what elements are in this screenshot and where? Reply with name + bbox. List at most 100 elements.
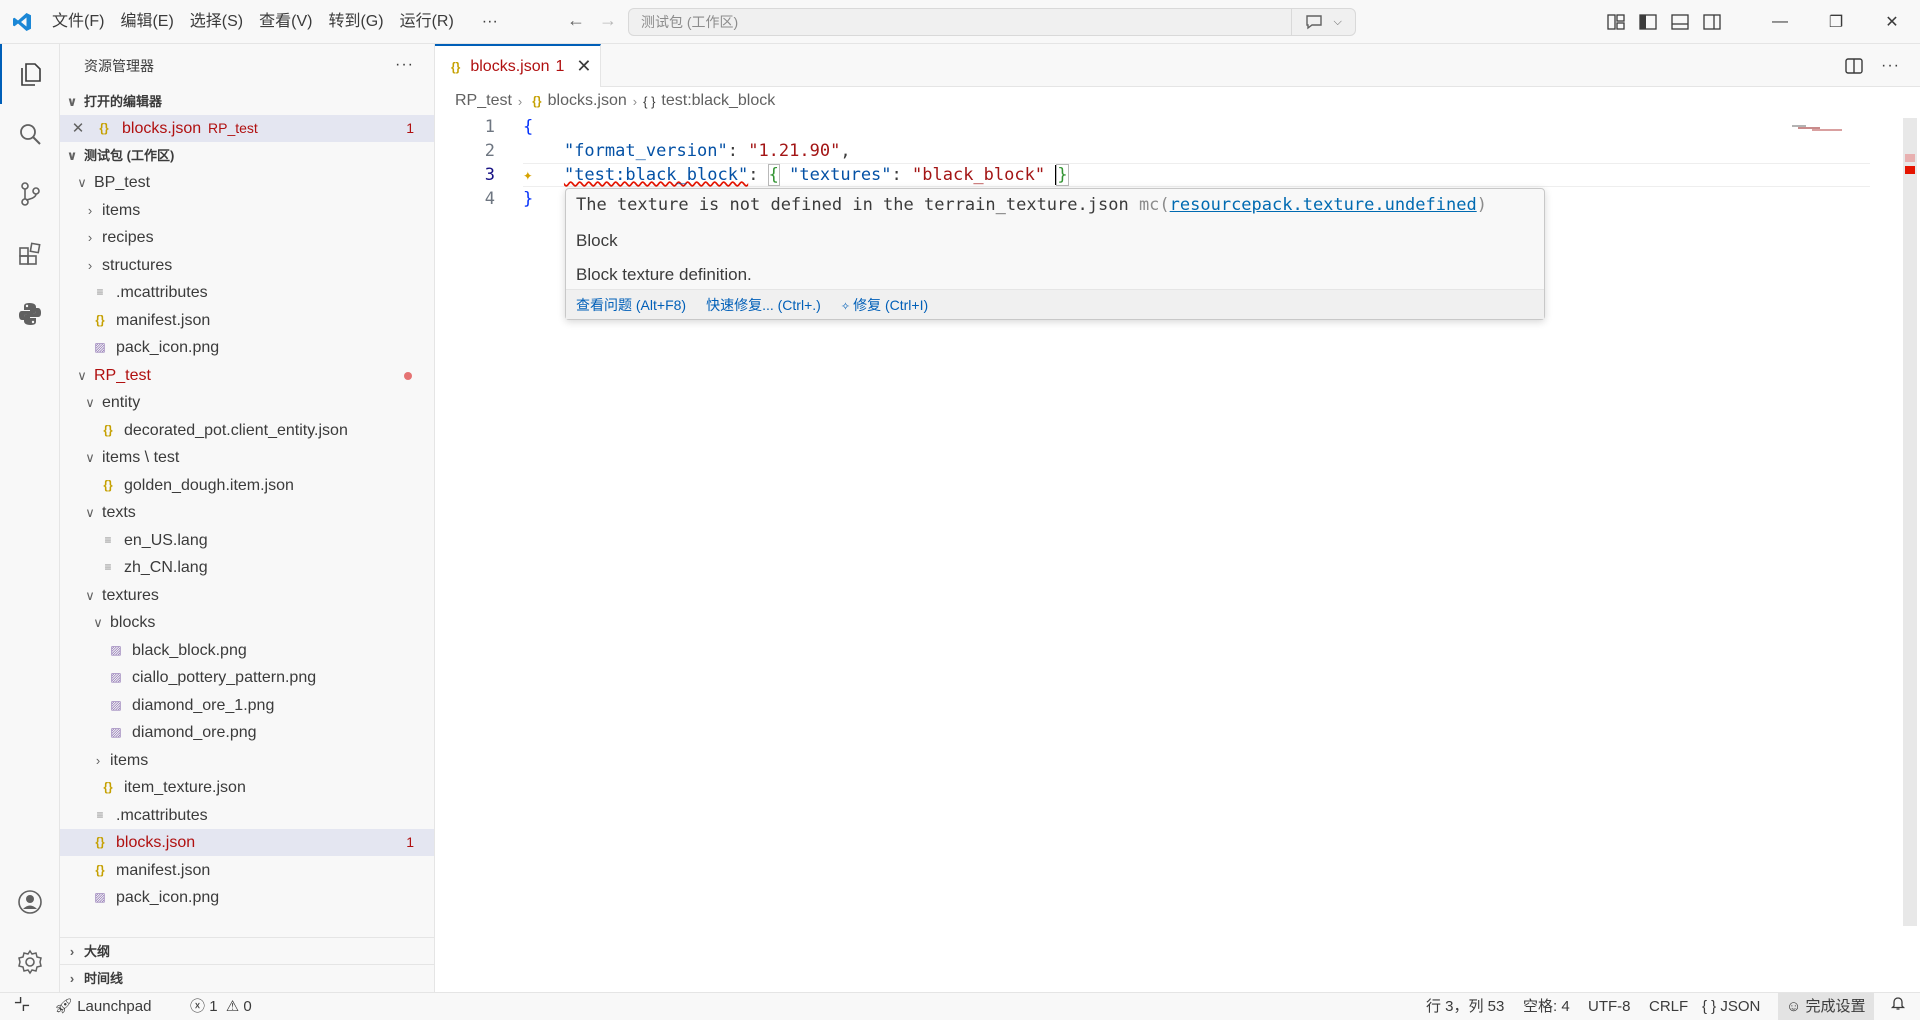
json-file-icon: {} <box>99 121 109 135</box>
close-window-icon[interactable]: ✕ <box>1864 0 1920 44</box>
tree-file[interactable]: {} manifest.json <box>60 307 434 334</box>
notifications-bell-icon[interactable] <box>1890 993 1906 1020</box>
tree-file[interactable]: ▨ pack_icon.png <box>60 884 434 911</box>
close-icon[interactable]: ✕ <box>70 115 86 142</box>
breadcrumb-symbol[interactable]: test:black_block <box>661 92 775 110</box>
view-problem-link[interactable]: 查看问题 (Alt+F8) <box>576 295 686 315</box>
diagnostic-code-link[interactable]: resourcepack.texture.undefined <box>1170 195 1477 215</box>
tree-folder[interactable]: ∨ texts <box>60 499 434 526</box>
tree-file[interactable]: ≡ en_US.lang <box>60 527 434 554</box>
minimize-icon[interactable]: — <box>1752 0 1808 44</box>
tree-folder[interactable]: › recipes <box>60 224 434 251</box>
settings-gear-icon[interactable] <box>0 932 60 992</box>
tree-file[interactable]: {} blocks.json 1 <box>60 829 434 856</box>
language-mode[interactable]: { } JSON <box>1702 993 1760 1020</box>
tree-folder[interactable]: ∨ RP_test <box>60 362 434 389</box>
tree-file[interactable]: ≡ .mcattributes <box>60 802 434 829</box>
encoding[interactable]: UTF-8 <box>1588 993 1631 1020</box>
finish-setup-button[interactable]: ☺ 完成设置 <box>1778 993 1874 1020</box>
python-icon[interactable] <box>0 284 60 344</box>
breadcrumb-folder[interactable]: RP_test <box>455 92 512 110</box>
outline-section-header[interactable]: › 大纲 <box>60 937 434 964</box>
menu-file[interactable]: 文件(F) <box>44 0 112 44</box>
menu-edit[interactable]: 编辑(E) <box>112 0 181 44</box>
tree-file[interactable]: ▨ diamond_ore_1.png <box>60 692 434 719</box>
more-actions-icon[interactable]: ··· <box>1881 57 1900 75</box>
workspace-label: 测试包 (工作区) <box>84 148 175 163</box>
image-file-icon: ▨ <box>94 890 106 904</box>
tab-blocks-json[interactable]: {} blocks.json 1 ✕ <box>435 44 601 87</box>
tree-file[interactable]: ▨ pack_icon.png <box>60 334 434 361</box>
tree-file[interactable]: ≡ zh_CN.lang <box>60 554 434 581</box>
menu-go[interactable]: 转到(G) <box>320 0 391 44</box>
explorer-icon[interactable] <box>0 44 60 104</box>
source-control-icon[interactable] <box>0 164 60 224</box>
chat-button[interactable]: ⌵ <box>1291 9 1355 35</box>
toggle-primary-sidebar-icon[interactable] <box>1632 0 1664 44</box>
end-of-line[interactable]: CRLF <box>1649 993 1688 1020</box>
toggle-secondary-sidebar-icon[interactable] <box>1696 0 1728 44</box>
remote-indicator-icon[interactable] <box>14 993 30 1020</box>
tree-file[interactable]: ▨ black_block.png <box>60 637 434 664</box>
open-editors-section-header[interactable]: ∨ 打开的编辑器 <box>60 88 434 115</box>
tree-folder[interactable]: ∨ items \ test <box>60 444 434 471</box>
rocket-icon: 🚀︎ <box>54 998 74 1015</box>
menu-more[interactable]: ··· <box>474 0 506 44</box>
split-editor-icon[interactable] <box>1845 57 1863 74</box>
workspace-section-header[interactable]: ∨ 测试包 (工作区) <box>60 142 434 169</box>
search-icon[interactable] <box>0 104 60 164</box>
tree-item-label: .mcattributes <box>116 807 208 824</box>
tree-folder[interactable]: › items <box>60 197 434 224</box>
tree-file[interactable]: ▨ ciallo_pottery_pattern.png <box>60 664 434 691</box>
line-number: 1 <box>484 117 495 137</box>
warning-count: 0 <box>243 998 252 1015</box>
minimap[interactable] <box>1792 118 1844 131</box>
command-center-search[interactable]: 测试包 (工作区) ⌵ <box>628 8 1356 36</box>
menu-run[interactable]: 运行(R) <box>392 0 462 44</box>
restore-icon[interactable]: ❐ <box>1808 0 1864 44</box>
launchpad-item[interactable]: 🚀︎ Launchpad <box>54 993 151 1020</box>
timeline-section-header[interactable]: › 时间线 <box>60 964 434 991</box>
tree-folder[interactable]: ∨ entity <box>60 389 434 416</box>
chevron-right-icon: › <box>95 753 101 768</box>
accounts-icon[interactable] <box>0 872 60 932</box>
hover-description: Block texture definition. <box>576 265 752 284</box>
chevron-down-icon[interactable]: ⌵ <box>1333 9 1341 35</box>
line-number: 2 <box>484 141 495 161</box>
tree-file[interactable]: {} golden_dough.item.json <box>60 472 434 499</box>
menu-view[interactable]: 查看(V) <box>251 0 320 44</box>
sparkle-icon: ✧ <box>840 300 854 313</box>
explorer-more-actions[interactable]: ··· <box>395 56 414 74</box>
json-file-icon: {} <box>103 423 113 437</box>
tree-folder[interactable]: ∨ blocks <box>60 609 434 636</box>
code-line-2: "format_version": "1.21.90", <box>563 141 851 161</box>
cursor-position[interactable]: 行 3，列 53 <box>1426 993 1504 1020</box>
tree-file[interactable]: ▨ diamond_ore.png <box>60 719 434 746</box>
tree-folder[interactable]: ∨ BP_test <box>60 169 434 196</box>
menu-selection[interactable]: 选择(S) <box>182 0 251 44</box>
tree-file[interactable]: {} item_texture.json <box>60 774 434 801</box>
forward-arrow-icon[interactable]: → <box>593 10 623 31</box>
extensions-icon[interactable] <box>0 224 60 284</box>
tree-file[interactable]: {} manifest.json <box>60 857 434 884</box>
vertical-scrollbar[interactable] <box>1903 118 1917 926</box>
close-icon[interactable]: ✕ <box>576 56 591 77</box>
tree-folder[interactable]: ∨ textures <box>60 582 434 609</box>
tree-file[interactable]: {} decorated_pot.client_entity.json <box>60 417 434 444</box>
tree-item-label: BP_test <box>94 174 151 191</box>
breadcrumb-file[interactable]: blocks.json <box>548 92 627 110</box>
indentation[interactable]: 空格: 4 <box>1523 993 1570 1020</box>
customize-layout-icon[interactable] <box>1600 0 1632 44</box>
code-line-3: "test:black_block": { "textures": "black… <box>563 164 1069 186</box>
toggle-panel-icon[interactable] <box>1664 0 1696 44</box>
open-editor-item[interactable]: ✕ {} blocks.json RP_test 1 <box>60 115 434 142</box>
tree-folder[interactable]: › structures <box>60 252 434 279</box>
tree-folder[interactable]: › items <box>60 747 434 774</box>
problems-item[interactable]: ⓧ 1 ⚠ 0 <box>190 993 252 1020</box>
fix-link[interactable]: ✧ 修复 (Ctrl+I) <box>841 295 928 315</box>
tree-file[interactable]: ≡ .mcattributes <box>60 279 434 306</box>
tree-item-label: diamond_ore.png <box>132 724 257 741</box>
back-arrow-icon[interactable]: ← <box>561 10 591 31</box>
quick-fix-link[interactable]: 快速修复... (Ctrl+.) <box>706 295 821 315</box>
vscode-logo-icon <box>0 0 44 44</box>
